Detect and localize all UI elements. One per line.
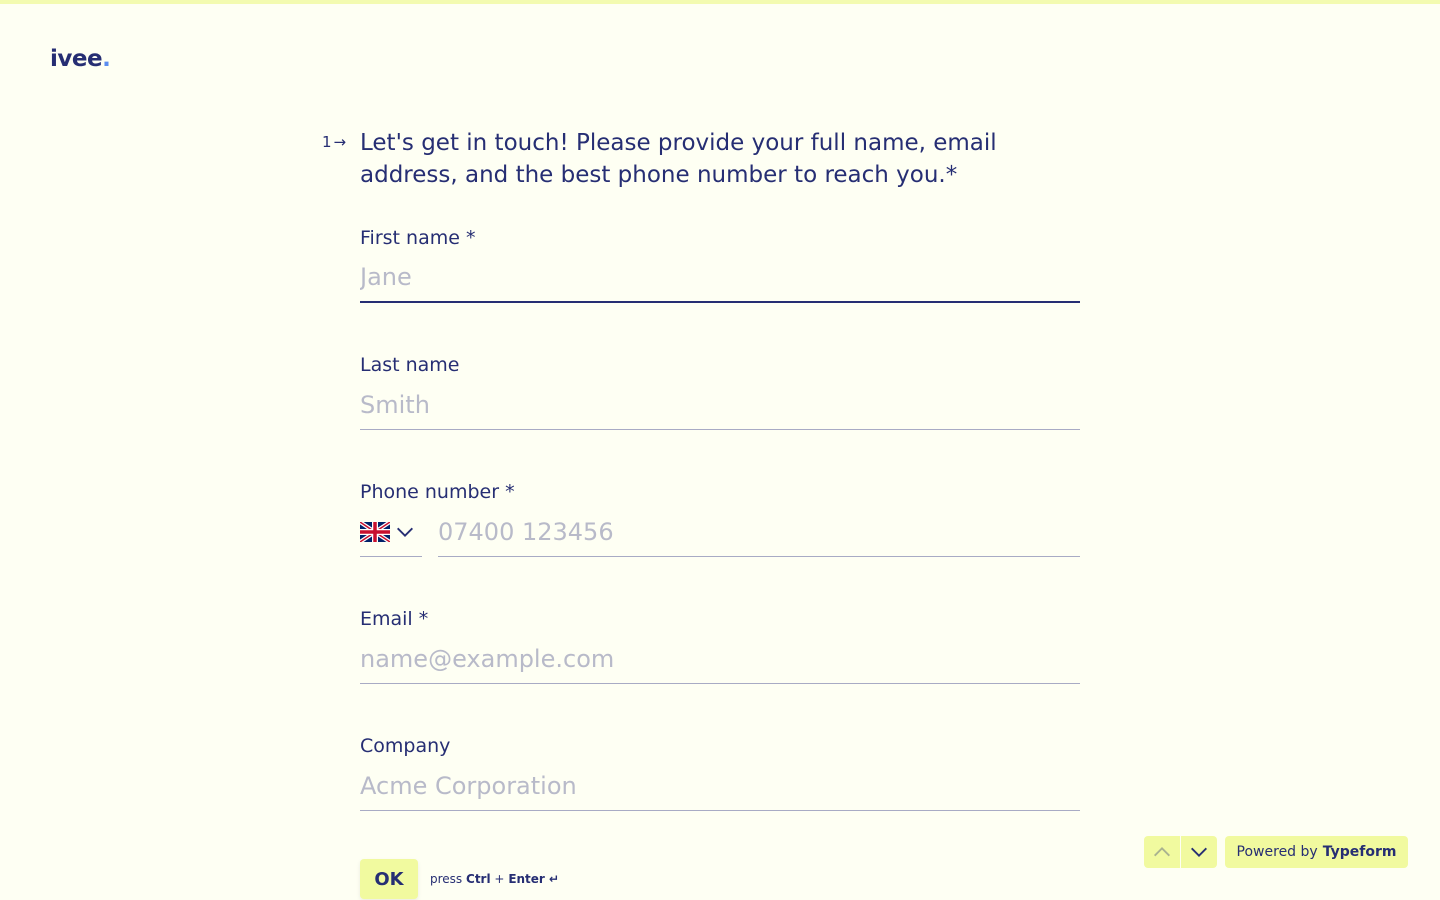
brand-logo: ivee. (50, 46, 111, 72)
email-label: Email * (360, 608, 429, 630)
phone-field: Phone number * (360, 480, 1080, 557)
last-name-input[interactable] (360, 380, 1080, 430)
chevron-down-icon (1191, 847, 1207, 857)
question-text: Let's get in touch! Please provide your … (360, 130, 997, 188)
keyboard-hint: press Ctrl + Enter ↵ (430, 872, 560, 886)
ok-button[interactable]: OK (360, 859, 418, 899)
company-input[interactable] (360, 761, 1080, 811)
submit-row: OK press Ctrl + Enter ↵ (360, 859, 559, 899)
question-number: 1 → (322, 133, 347, 151)
company-field: Company (360, 734, 1080, 811)
next-question-button[interactable] (1181, 836, 1217, 868)
chevron-down-icon (397, 527, 413, 537)
phone-label: Phone number * (360, 481, 515, 503)
chevron-up-icon (1154, 847, 1170, 857)
arrow-right-icon: → (333, 133, 347, 151)
last-name-label: Last name (360, 354, 460, 376)
email-field: Email * (360, 607, 1080, 684)
previous-question-button[interactable] (1144, 836, 1180, 868)
first-name-input[interactable] (360, 253, 1080, 303)
last-name-field: Last name (360, 353, 1080, 430)
flag-uk-icon (360, 521, 390, 542)
phone-row (360, 507, 1080, 557)
email-input[interactable] (360, 634, 1080, 684)
first-name-field: First name * (360, 226, 1080, 303)
country-code-select[interactable] (360, 507, 422, 557)
top-progress-bar (0, 0, 1440, 4)
company-label: Company (360, 735, 451, 757)
question-navigation (1144, 836, 1217, 868)
phone-input[interactable] (438, 507, 1080, 557)
powered-by-typeform-link[interactable]: Powered by Typeform (1225, 836, 1408, 868)
first-name-label: First name * (360, 227, 476, 249)
